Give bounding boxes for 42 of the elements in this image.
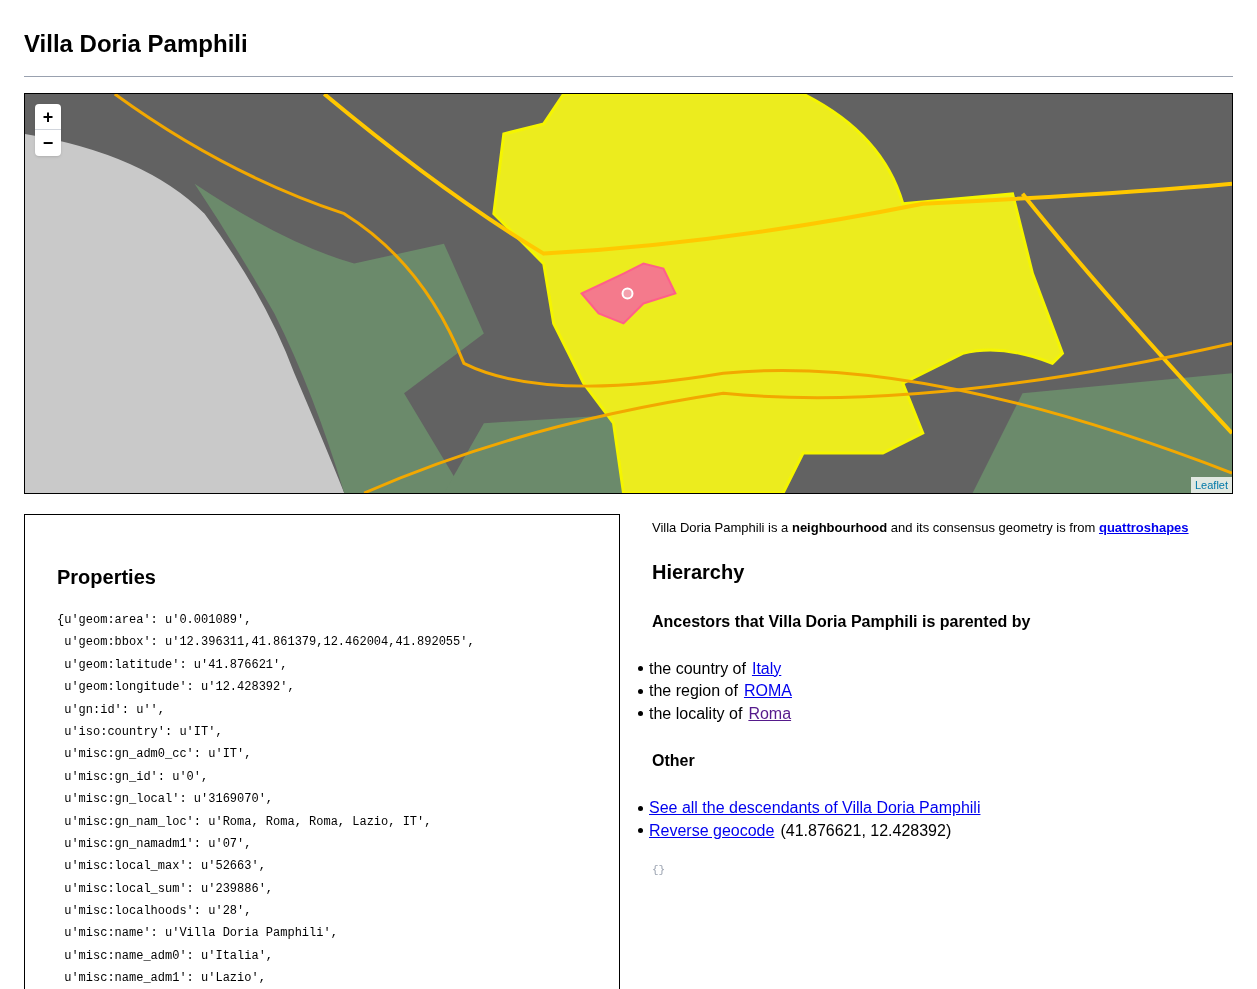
- other-link[interactable]: See all the descendants of Villa Doria Pamphili: [649, 796, 981, 821]
- code-line: u'geom:longitude': u'12.428392',: [63, 679, 295, 697]
- ancestor-link[interactable]: Roma: [748, 701, 792, 726]
- code-line: u'misc:name': u'Villa Doria Pamphili',: [63, 925, 338, 943]
- zoom-out-button[interactable]: −: [35, 130, 61, 156]
- code-line: u'gn:id': u'',: [63, 701, 166, 719]
- map[interactable]: + − Leaflet: [24, 93, 1233, 494]
- hierarchy-heading: Hierarchy: [652, 559, 745, 585]
- ancestor-label: the region of: [649, 681, 738, 702]
- summary-text: Villa Doria Pamphili is a neighbourhood and its consensus geometry is from quattroshapes: [652, 519, 1189, 537]
- code-line: u'geom:latitude': u'41.876621',: [63, 656, 288, 674]
- code-line: u'misc:localhoods': u'28',: [63, 903, 252, 921]
- ancestor-label: the locality of: [649, 703, 743, 724]
- code-line: u'misc:local_sum': u'239886',: [63, 880, 274, 898]
- other-heading: Other: [652, 751, 695, 771]
- ancestor-link[interactable]: Italy: [751, 656, 782, 681]
- bullet-icon: [638, 805, 643, 811]
- zoom-in-button[interactable]: +: [35, 104, 61, 130]
- properties-heading: Properties: [57, 565, 156, 590]
- code-line: u'iso:country': u'IT',: [63, 723, 223, 741]
- bullet-icon: [638, 828, 643, 834]
- ancestor-link[interactable]: ROMA: [743, 679, 792, 704]
- bullet-icon: [638, 711, 643, 717]
- code-line: u'geom:bbox': u'12.396311,41.861379,12.462004,41.892055',: [63, 634, 475, 652]
- code-line: u'misc:name_adm1': u'Lazio',: [63, 970, 266, 988]
- code-line: u'misc:gn_adm0_cc': u'IT',: [63, 746, 252, 764]
- bullet-icon: [638, 666, 643, 672]
- code-line: u'misc:gn_local': u'3169070',: [63, 791, 274, 809]
- code-line: {u'geom:area': u'0.001089',: [57, 612, 252, 629]
- other-link[interactable]: Reverse geocode: [649, 818, 775, 843]
- source-link[interactable]: quattroshapes: [1098, 520, 1189, 535]
- ancestor-label: the country of: [649, 658, 746, 679]
- code-line: u'misc:gn_nam_loc': u'Roma, Roma, Roma, Lazio, IT',: [63, 813, 432, 831]
- code-line: u'misc:gn_id': u'0',: [63, 768, 209, 786]
- code-line: u'misc:name_adm0': u'Italia',: [63, 947, 274, 965]
- coordinates-text: (41.876621, 12.428392): [780, 820, 952, 841]
- ancestors-heading: Ancestors that Villa Doria Pamphili is parented by: [652, 611, 1031, 632]
- bullet-icon: [638, 688, 643, 694]
- json-text: {}: [652, 863, 666, 878]
- code-line: u'misc:gn_namadm1': u'07',: [63, 835, 252, 853]
- page-title: Villa Doria Pamphili: [24, 29, 248, 59]
- code-line: u'misc:local_max': u'52663',: [63, 858, 266, 876]
